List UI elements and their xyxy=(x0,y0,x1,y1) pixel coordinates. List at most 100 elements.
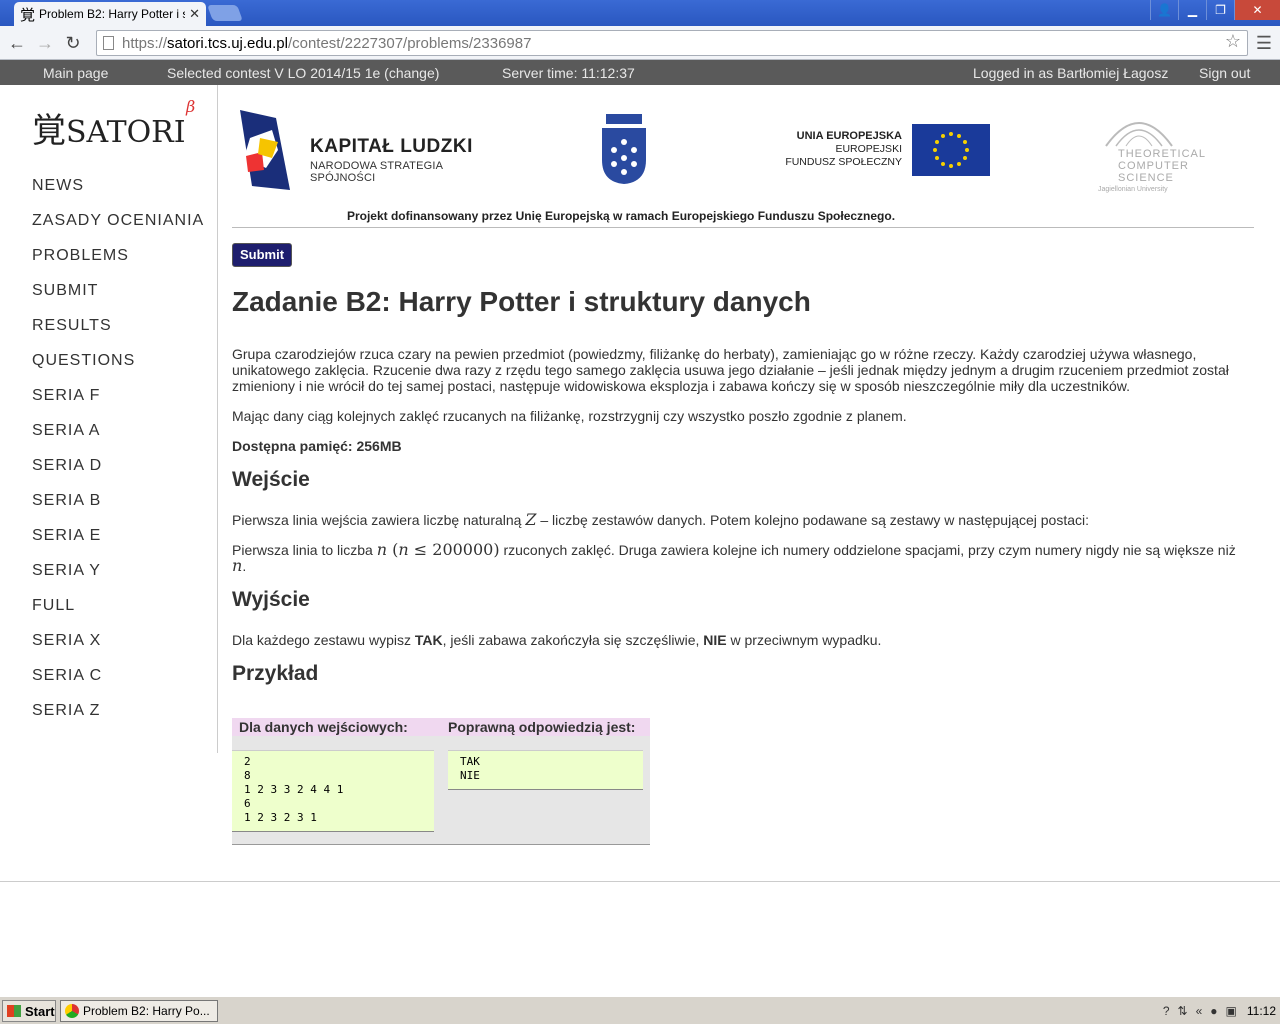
logged-in-user: Logged in as Bartłomiej Łagosz xyxy=(973,65,1169,81)
input-line1: Pierwsza linia wejścia zawiera liczbę na… xyxy=(232,510,1252,529)
footer-divider xyxy=(0,881,1280,882)
satori-logo[interactable]: 覚SATORI β xyxy=(32,97,195,152)
forward-arrow-icon[interactable]: → xyxy=(34,32,56,54)
example-header: Dla danych wejściowych: Poprawną odpowie… xyxy=(232,718,650,736)
satori-topbar: Main page Selected contest V LO 2014/15 … xyxy=(0,60,1280,85)
reload-icon[interactable]: ↻ xyxy=(62,32,84,54)
sidebar-item-seria-c[interactable]: SERIA C xyxy=(32,667,204,702)
tcs-line4: Jagiellonian University xyxy=(1098,186,1168,193)
input-line2-end: . xyxy=(242,558,247,574)
tab-close-icon[interactable]: ✕ xyxy=(189,6,200,22)
tcs-line1: THEORETICAL xyxy=(1118,148,1207,160)
satori-favicon-icon: 覚 xyxy=(20,6,36,24)
restore-icon[interactable]: ❐ xyxy=(1206,0,1234,20)
minimize-icon[interactable]: ▁ xyxy=(1178,0,1206,20)
browser-titlebar: 覚 Problem B2: Harry Potter i st ✕ 👤 ▁ ❐ … xyxy=(0,0,1280,26)
sidebar-item-zasady-oceniania[interactable]: ZASADY OCENIANIA xyxy=(32,212,204,247)
kapital-ludzki-logo: KAPITAŁ LUDZKI NARODOWA STRATEGIA SPÓJNO… xyxy=(238,108,498,192)
ue-line3: FUNDUSZ SPOŁECZNY xyxy=(785,156,902,168)
logo-beta: β xyxy=(186,97,196,116)
ue-line1: UNIA EUROPEJSKA xyxy=(796,130,902,142)
sidebar-menu: NEWS ZASADY OCENIANIA PROBLEMS SUBMIT RESULT… xyxy=(32,177,204,737)
server-time: Server time: 11:12:37 xyxy=(502,65,635,81)
problem-content: Zadanie B2: Harry Potter i struktury dan… xyxy=(232,284,1252,706)
window-close-icon[interactable]: ✕ xyxy=(1234,0,1280,20)
sidebar-item-seria-e[interactable]: SERIA E xyxy=(32,527,204,562)
example-output: TAK NIE xyxy=(448,750,643,790)
taskbar-clock: 11:12 xyxy=(1246,1004,1276,1018)
back-arrow-icon[interactable]: ← xyxy=(6,32,28,54)
input-line2-text-b: rzuconych zaklęć. Druga zawiera kolejne … xyxy=(499,542,1236,558)
sidebar-item-questions[interactable]: QUESTIONS xyxy=(32,352,204,387)
main-page-link[interactable]: Main page xyxy=(43,65,108,81)
university-crest-icon xyxy=(602,114,646,184)
windows-logo-icon xyxy=(7,1005,21,1017)
cofunding-note: Projekt dofinansowany przez Unię Europej… xyxy=(346,209,896,223)
sidebar-item-seria-d[interactable]: SERIA D xyxy=(32,457,204,492)
sidebar-item-submit[interactable]: SUBMIT xyxy=(32,282,204,317)
input-heading: Wejście xyxy=(232,468,310,491)
url-path: /contest/2227307/problems/2336987 xyxy=(287,34,532,52)
bookmark-star-icon[interactable]: ☆ xyxy=(1225,31,1241,52)
input-line2: Pierwsza linia to liczba n (n ≤ 200000) … xyxy=(232,540,1252,575)
taskbar-item-chrome[interactable]: Problem B2: Harry Po... xyxy=(60,1000,218,1022)
tab-title: Problem B2: Harry Potter i st xyxy=(39,7,186,21)
sidebar-item-seria-a[interactable]: SERIA A xyxy=(32,422,204,457)
output-text-c: w przeciwnym wypadku. xyxy=(726,632,882,648)
example-output-label: Poprawną odpowiedzią jest: xyxy=(448,719,636,735)
sidebar-item-seria-f[interactable]: SERIA F xyxy=(32,387,204,422)
output-text-a: Dla każdego zestawu wypisz xyxy=(232,632,415,648)
sidebar-item-full[interactable]: FULL xyxy=(32,597,204,632)
unia-europejska-logo: UNIA EUROPEJSKA EUROPEJSKI FUNDUSZ SPOŁE… xyxy=(780,124,990,176)
tray-monitor-icon[interactable]: ▣ xyxy=(1226,1004,1237,1018)
output-text-b: , jeśli zabawa zakończyła się szczęśliwi… xyxy=(442,632,704,648)
selected-contest-link[interactable]: Selected contest V LO 2014/15 1e (change… xyxy=(167,65,439,81)
hamburger-menu-icon[interactable]: ☰ xyxy=(1256,33,1272,54)
network-icon[interactable]: ⇅ xyxy=(1178,1004,1188,1018)
start-label: Start xyxy=(25,1003,55,1019)
browser-tab[interactable]: 覚 Problem B2: Harry Potter i st ✕ xyxy=(14,2,206,26)
input-line1-text-b: – liczbę zestawów danych. Potem kolejno … xyxy=(536,512,1090,528)
sidebar-item-seria-b[interactable]: SERIA B xyxy=(32,492,204,527)
sidebar-item-seria-z[interactable]: SERIA Z xyxy=(32,702,204,737)
help-icon[interactable]: ? xyxy=(1163,1004,1170,1018)
kl-name: KAPITAŁ LUDZKI xyxy=(310,136,473,157)
system-tray: ? ⇅ « ● ▣ 11:12 xyxy=(1155,1000,1276,1022)
page-icon xyxy=(103,36,114,50)
ue-line2: EUROPEJSKI xyxy=(835,143,902,155)
problem-task: Mając dany ciąg kolejnych zaklęć rzucany… xyxy=(232,408,907,424)
tcs-logo: THEORETICAL COMPUTER SCIENCE Jagiellonia… xyxy=(1096,106,1205,196)
user-icon[interactable]: 👤 xyxy=(1150,0,1178,20)
math-paren-open: ( xyxy=(387,540,399,559)
logo-kanji: 覚 xyxy=(32,111,66,151)
tray-expand-icon[interactable]: « xyxy=(1196,1004,1203,1018)
math-limit: 200000 xyxy=(432,540,494,559)
input-line1-text-a: Pierwsza linia wejścia zawiera liczbę na… xyxy=(232,512,526,528)
sidebar-item-seria-y[interactable]: SERIA Y xyxy=(32,562,204,597)
tcs-line2: COMPUTER xyxy=(1118,160,1189,172)
header-divider xyxy=(232,227,1254,228)
kl-star-icon xyxy=(240,110,290,190)
sidebar-item-results[interactable]: RESULTS xyxy=(32,317,204,352)
submit-button[interactable]: Submit xyxy=(232,243,292,267)
math-n: n xyxy=(376,540,388,559)
sign-out-link[interactable]: Sign out xyxy=(1199,65,1250,81)
os-taskbar: Start Problem B2: Harry Po... ? ⇅ « ● ▣ … xyxy=(0,996,1280,1024)
input-line2-text-a: Pierwsza linia to liczba xyxy=(232,542,377,558)
new-tab-button[interactable] xyxy=(207,5,243,21)
math-n-2: n xyxy=(398,540,409,559)
address-bar[interactable]: https://satori.tcs.uj.edu.pl/contest/222… xyxy=(96,30,1248,56)
example-input: 2 8 1 2 3 3 2 4 4 1 6 1 2 3 2 3 1 xyxy=(232,750,434,832)
memory-limit: Dostępna pamięć: 256MB xyxy=(232,438,402,454)
math-n-3: n xyxy=(232,556,243,575)
taskbar-item-label: Problem B2: Harry Po... xyxy=(83,1004,210,1018)
sidebar-item-seria-x[interactable]: SERIA X xyxy=(32,632,204,667)
math-le: ≤ xyxy=(408,540,433,559)
problem-description: Grupa czarodziejów rzuca czary na pewien… xyxy=(232,346,1229,394)
math-z: Z xyxy=(525,510,537,529)
tray-app-icon[interactable]: ● xyxy=(1210,1004,1217,1018)
sidebar-item-problems[interactable]: PROBLEMS xyxy=(32,247,204,282)
sidebar-item-news[interactable]: NEWS xyxy=(32,177,204,212)
logo-text: SATORI xyxy=(66,115,186,150)
start-button[interactable]: Start xyxy=(2,1000,56,1022)
